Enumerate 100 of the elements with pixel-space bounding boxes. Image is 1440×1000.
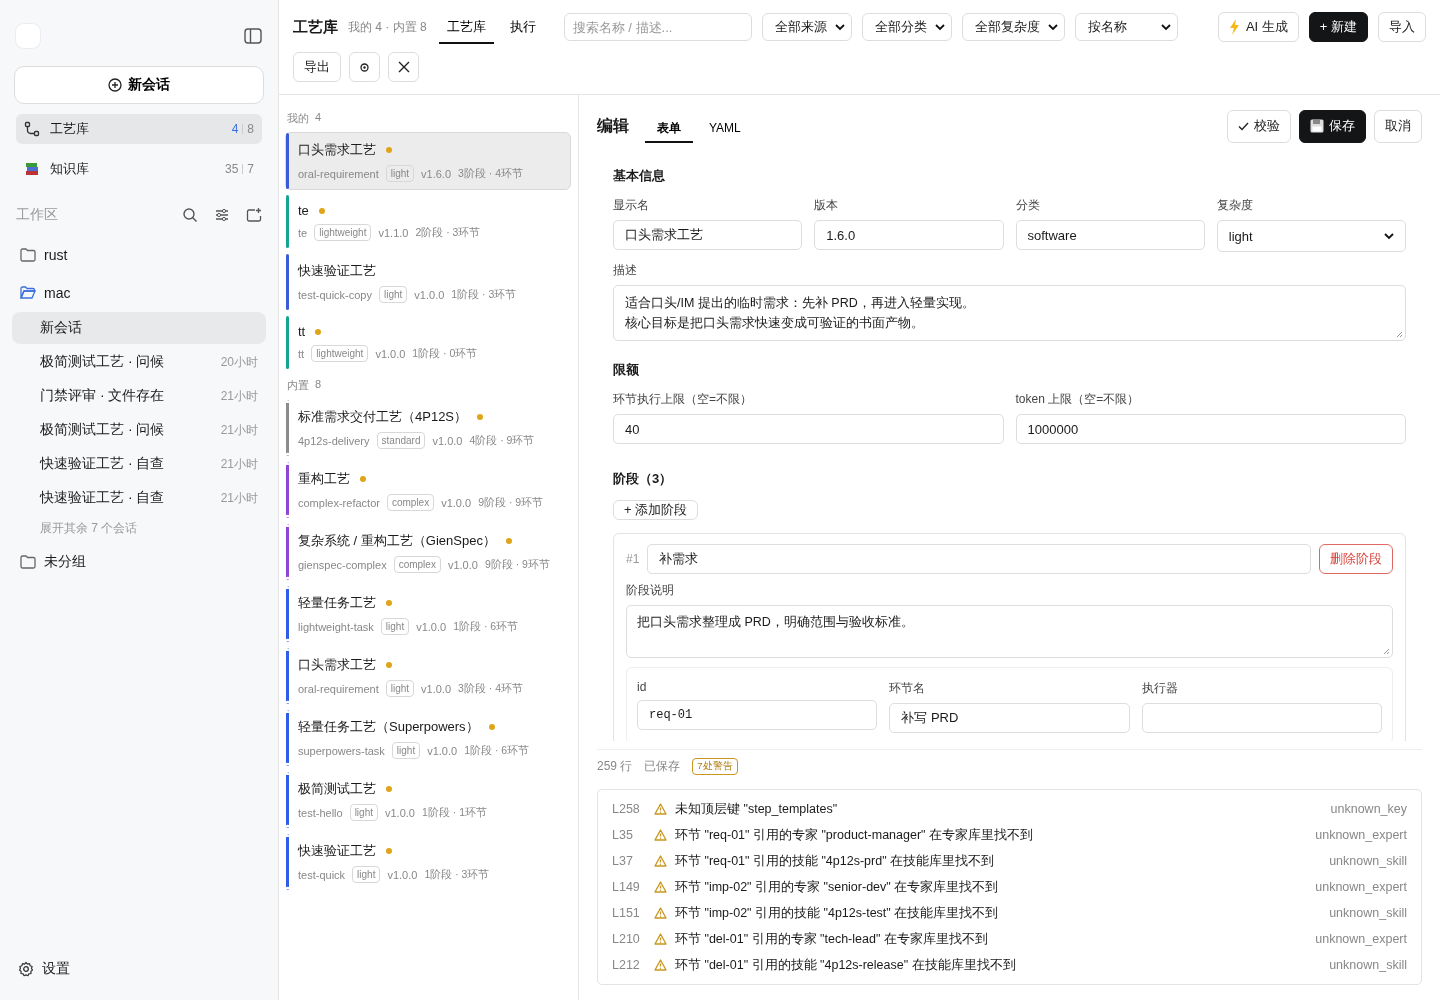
session-item[interactable]: 快速验证工艺 · 自查 21小时 — [12, 482, 266, 514]
session-item[interactable]: 极简测试工艺 · 问候 21小时 — [12, 414, 266, 446]
text-field[interactable]: 1.6.0 — [814, 220, 1004, 250]
stage-name-field[interactable]: 补需求 — [647, 544, 1311, 574]
new-chat-button[interactable]: 新会话 — [14, 66, 264, 104]
search-icon[interactable] — [182, 207, 198, 223]
delete-stage-button[interactable]: 删除阶段 — [1319, 544, 1393, 574]
filter-dropdown[interactable]: 全部分类 — [861, 13, 952, 41]
session-item[interactable]: 门禁评审 · 文件存在 21小时 — [12, 380, 266, 412]
workflow-name: 标准需求交付工艺（4P12S） — [298, 408, 468, 426]
close-button[interactable] — [388, 52, 419, 82]
workflow-slug: oral-requirement — [298, 682, 379, 695]
warning-code: unknown_skill — [1329, 906, 1407, 920]
ai-generate-button[interactable]: AI 生成 — [1217, 12, 1299, 42]
workflow-list-item[interactable]: 重构工艺 complex-refactor complex v1.0.0 9阶段 · 9环节 — [285, 461, 571, 519]
session-item[interactable]: 快速验证工艺 · 自查 21小时 — [12, 448, 266, 480]
tab[interactable]: 工艺库 — [438, 12, 494, 44]
save-status: 已保存 — [644, 758, 681, 775]
section-label: 内置 — [287, 378, 309, 393]
settings-item[interactable]: 设置 — [12, 960, 266, 1000]
text-field[interactable] — [1141, 703, 1382, 733]
validate-button[interactable]: 校验 — [1227, 109, 1291, 143]
stage-description-field[interactable]: 把口头需求整理成 PRD，明确范围与验收标准。 — [626, 605, 1393, 658]
workflow-slug: superpowers-task — [298, 744, 385, 757]
workflow-list-item[interactable]: 快速验证工艺 test-quick light v1.0.0 1阶段 · 3环节 — [285, 833, 571, 891]
filter-sliders-icon[interactable] — [214, 207, 230, 223]
nav-item[interactable]: 知识库 35 7 — [16, 154, 262, 184]
session-item[interactable]: 新会话 — [12, 312, 266, 344]
export-button[interactable]: 导出 — [293, 52, 341, 82]
workflow-list-item[interactable]: 快速验证工艺 test-quick-copy light v1.0.0 1阶段 · 3环节 — [285, 253, 571, 311]
save-button[interactable]: 保存 — [1299, 109, 1366, 143]
stats-label: 2阶段 · 3环节 — [415, 225, 481, 240]
description-field[interactable]: 适合口头/IM 提出的临时需求：先补 PRD，再进入轻量实现。 核心目标是把口头需求快速变成可验证的书面产物。 — [613, 285, 1406, 341]
number-field[interactable]: 1000000 — [1015, 414, 1406, 444]
target-button[interactable] — [349, 52, 380, 82]
session-item[interactable]: 极简测试工艺 · 问候 20小时 — [12, 346, 266, 378]
text-field[interactable]: software — [1015, 220, 1205, 250]
workflow-list-item[interactable]: 标准需求交付工艺（4P12S） 4p12s-delivery standard v1.0.0 4阶段 · 9环节 — [285, 399, 571, 457]
plus-circle-icon — [108, 78, 122, 92]
field-label: 版本 — [814, 197, 840, 214]
line-number: L149 — [612, 880, 641, 894]
check-icon — [1238, 121, 1249, 131]
workflow-icon — [24, 121, 40, 137]
workflow-name: 口头需求工艺 — [298, 656, 376, 674]
text-field[interactable]: 补写 PRD — [889, 703, 1130, 733]
folder-item[interactable]: rust — [12, 236, 266, 274]
text-field[interactable]: 口头需求工艺 — [613, 220, 803, 250]
filter-dropdown[interactable]: 全部来源 — [761, 13, 852, 41]
workflow-slug: tt — [298, 347, 305, 360]
stats-label: 1阶段 · 3环节 — [451, 287, 517, 302]
workflow-list-item[interactable]: 轻量任务工艺 lightweight-task light v1.0.0 1阶段 · 6环节 — [285, 585, 571, 643]
tab[interactable]: 表单 — [645, 109, 693, 143]
target-icon — [360, 62, 369, 72]
tab[interactable]: YAML — [697, 109, 753, 143]
complexity-select[interactable]: light — [1216, 220, 1406, 252]
stats-label: 1阶段 · 1环节 — [421, 805, 487, 820]
count: 4 — [231, 122, 239, 136]
warning-icon — [654, 907, 667, 919]
workflow-name: te — [298, 203, 309, 218]
workflow-slug: te — [298, 226, 308, 239]
folder-item[interactable]: mac — [12, 274, 266, 312]
workflow-name: tt — [298, 324, 306, 339]
workflow-list-item[interactable]: 口头需求工艺 oral-requirement light v1.6.0 3阶段 · 4环节 — [285, 132, 571, 190]
add-stage-button[interactable]: + 添加阶段 — [613, 500, 699, 520]
field-label: 环节名 — [889, 680, 927, 697]
workflow-list-item[interactable]: 复杂系统 / 重构工艺（GienSpec） gienspec-complex complex v1.0.0 9阶段 · 9环节 — [285, 523, 571, 581]
number-field[interactable]: 40 — [613, 414, 1004, 444]
search-field[interactable]: 搜索名称 / 描述... — [563, 13, 752, 41]
nav-item[interactable]: 工艺库 4 8 — [16, 114, 262, 144]
version-label: v1.0.0 — [387, 868, 418, 881]
chevron-down-icon — [1160, 23, 1171, 31]
new-button[interactable]: + 新建 — [1308, 12, 1368, 42]
section-count: 8 — [315, 378, 322, 392]
line-number: L35 — [612, 828, 634, 842]
workflow-list-item[interactable]: 轻量任务工艺（Superpowers） superpowers-task light v1.0.0 1阶段 · 6环节 — [285, 709, 571, 767]
warning-message: 环节 "imp-02" 引用的专家 "senior-dev" 在专家库里找不到 — [675, 878, 1000, 896]
stats-label: 3阶段 · 4环节 — [458, 166, 524, 181]
workflow-list-item[interactable]: te te lightweight v1.1.0 2阶段 · 3环节 — [285, 194, 571, 249]
workflow-list-item[interactable]: 极简测试工艺 test-hello light v1.0.0 1阶段 · 1环节 — [285, 771, 571, 829]
filter-dropdown[interactable]: 按名称 — [1074, 13, 1178, 41]
workflow-list-item[interactable]: tt tt lightweight v1.0.0 1阶段 · 0环节 — [285, 315, 571, 370]
folder-item[interactable]: 未分组 — [12, 543, 266, 581]
sidebar-toggle-icon[interactable] — [244, 28, 262, 44]
workflow-list-item[interactable]: 口头需求工艺 oral-requirement light v1.0.0 3阶段 · 4环节 — [285, 647, 571, 705]
resize-grip-icon[interactable] — [1383, 648, 1390, 655]
section-heading: 基本信息 — [613, 167, 666, 185]
line-number: L258 — [612, 802, 641, 816]
workflow-slug: test-hello — [298, 806, 343, 819]
session-time: 21小时 — [220, 489, 258, 507]
filter-dropdown[interactable]: 全部复杂度 — [961, 13, 1065, 41]
import-button[interactable]: 导入 — [1378, 12, 1426, 42]
page-subtitle: 我的 4 · 内置 8 — [348, 18, 427, 36]
step-id-field[interactable]: req-01 — [637, 700, 878, 730]
version-label: v1.0.0 — [447, 558, 478, 571]
tab[interactable]: 执行 — [501, 12, 544, 44]
resize-grip-icon[interactable] — [1396, 331, 1403, 338]
complexity-tag: standard — [376, 432, 426, 449]
cancel-button[interactable]: 取消 — [1374, 109, 1422, 143]
new-folder-icon[interactable] — [246, 207, 262, 223]
warning-icon — [654, 933, 667, 945]
